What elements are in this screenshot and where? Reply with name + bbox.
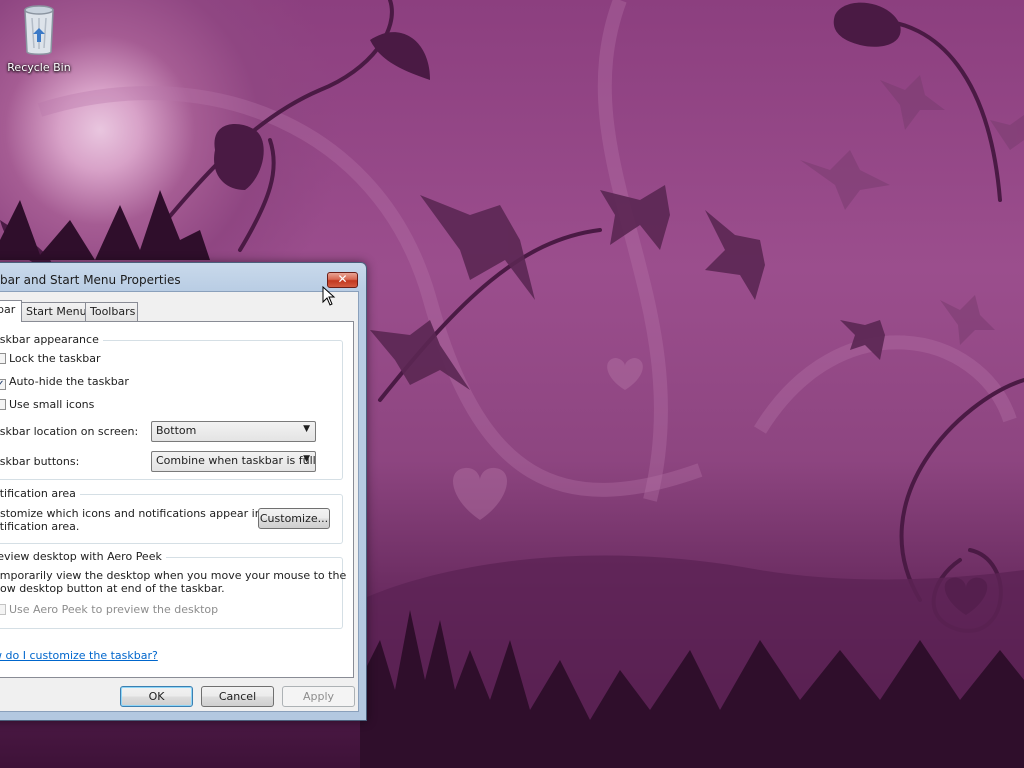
- customize-button[interactable]: Customize...: [258, 508, 330, 529]
- lock-taskbar-checkbox[interactable]: [0, 353, 6, 364]
- tab-start-menu[interactable]: Start Menu: [21, 302, 87, 321]
- notification-text-line2: otification area.: [0, 520, 80, 533]
- location-value: Bottom: [156, 424, 197, 437]
- mouse-cursor-icon: [322, 286, 336, 306]
- aero-peek-checkbox[interactable]: [0, 604, 6, 615]
- dialog-client-area: bar Start Menu Toolbars askbar appearanc…: [0, 291, 359, 712]
- lock-taskbar-option[interactable]: Lock the taskbar: [0, 352, 101, 365]
- dialog-titlebar[interactable]: kbar and Start Menu Properties ✕: [0, 263, 366, 293]
- location-label: askbar location on screen:: [0, 425, 139, 438]
- close-icon: ✕: [337, 272, 348, 286]
- aero-peek-label: Use Aero Peek to preview the desktop: [9, 603, 219, 616]
- group-title-appearance: askbar appearance: [0, 333, 103, 346]
- ok-button[interactable]: OK: [120, 686, 193, 707]
- lock-taskbar-label: Lock the taskbar: [9, 352, 101, 365]
- taskbar-properties-dialog: kbar and Start Menu Properties ✕ bar Sta…: [0, 262, 367, 721]
- group-taskbar-appearance: askbar appearance Lock the taskbar ✓ Auto…: [0, 333, 343, 480]
- dialog-title: kbar and Start Menu Properties: [0, 273, 181, 287]
- small-icons-option[interactable]: Use small icons: [0, 398, 94, 411]
- group-title-aero-peek: review desktop with Aero Peek: [0, 550, 166, 563]
- aero-peek-option[interactable]: Use Aero Peek to preview the desktop: [0, 603, 218, 616]
- location-dropdown[interactable]: Bottom ▼: [151, 421, 316, 442]
- aero-peek-text-line2: how desktop button at end of the taskbar…: [0, 582, 225, 595]
- group-title-notification: otification area: [0, 487, 80, 500]
- auto-hide-checkbox[interactable]: ✓: [0, 379, 6, 390]
- tab-taskbar[interactable]: bar: [0, 300, 22, 322]
- small-icons-checkbox[interactable]: [0, 399, 6, 410]
- auto-hide-label: Auto-hide the taskbar: [9, 375, 129, 388]
- auto-hide-option[interactable]: ✓ Auto-hide the taskbar: [0, 375, 129, 390]
- aero-peek-text-line1: emporarily view the desktop when you mov…: [0, 569, 347, 582]
- help-link[interactable]: w do I customize the taskbar?: [0, 649, 158, 662]
- desktop-icon-label: Recycle Bin: [7, 61, 71, 74]
- taskbar-buttons-dropdown[interactable]: Combine when taskbar is full ▼: [151, 451, 316, 472]
- buttons-value: Combine when taskbar is full: [156, 454, 316, 467]
- apply-button[interactable]: Apply: [282, 686, 355, 707]
- cancel-button[interactable]: Cancel: [201, 686, 274, 707]
- recycle-bin-icon: [24, 5, 54, 55]
- chevron-down-icon: ▼: [303, 424, 310, 434]
- desktop-icon-recycle-bin[interactable]: Recycle Bin: [4, 4, 74, 74]
- tab-toolbars[interactable]: Toolbars: [85, 302, 138, 321]
- tab-panel-taskbar: askbar appearance Lock the taskbar ✓ Auto…: [0, 321, 354, 678]
- group-notification-area: otification area ustomize which icons an…: [0, 487, 343, 544]
- small-icons-label: Use small icons: [9, 398, 95, 411]
- notification-text-line1: ustomize which icons and notifications a…: [0, 507, 284, 520]
- chevron-down-icon: ▼: [303, 454, 310, 464]
- buttons-label: askbar buttons:: [0, 455, 80, 468]
- group-aero-peek: review desktop with Aero Peek emporarily…: [0, 550, 347, 629]
